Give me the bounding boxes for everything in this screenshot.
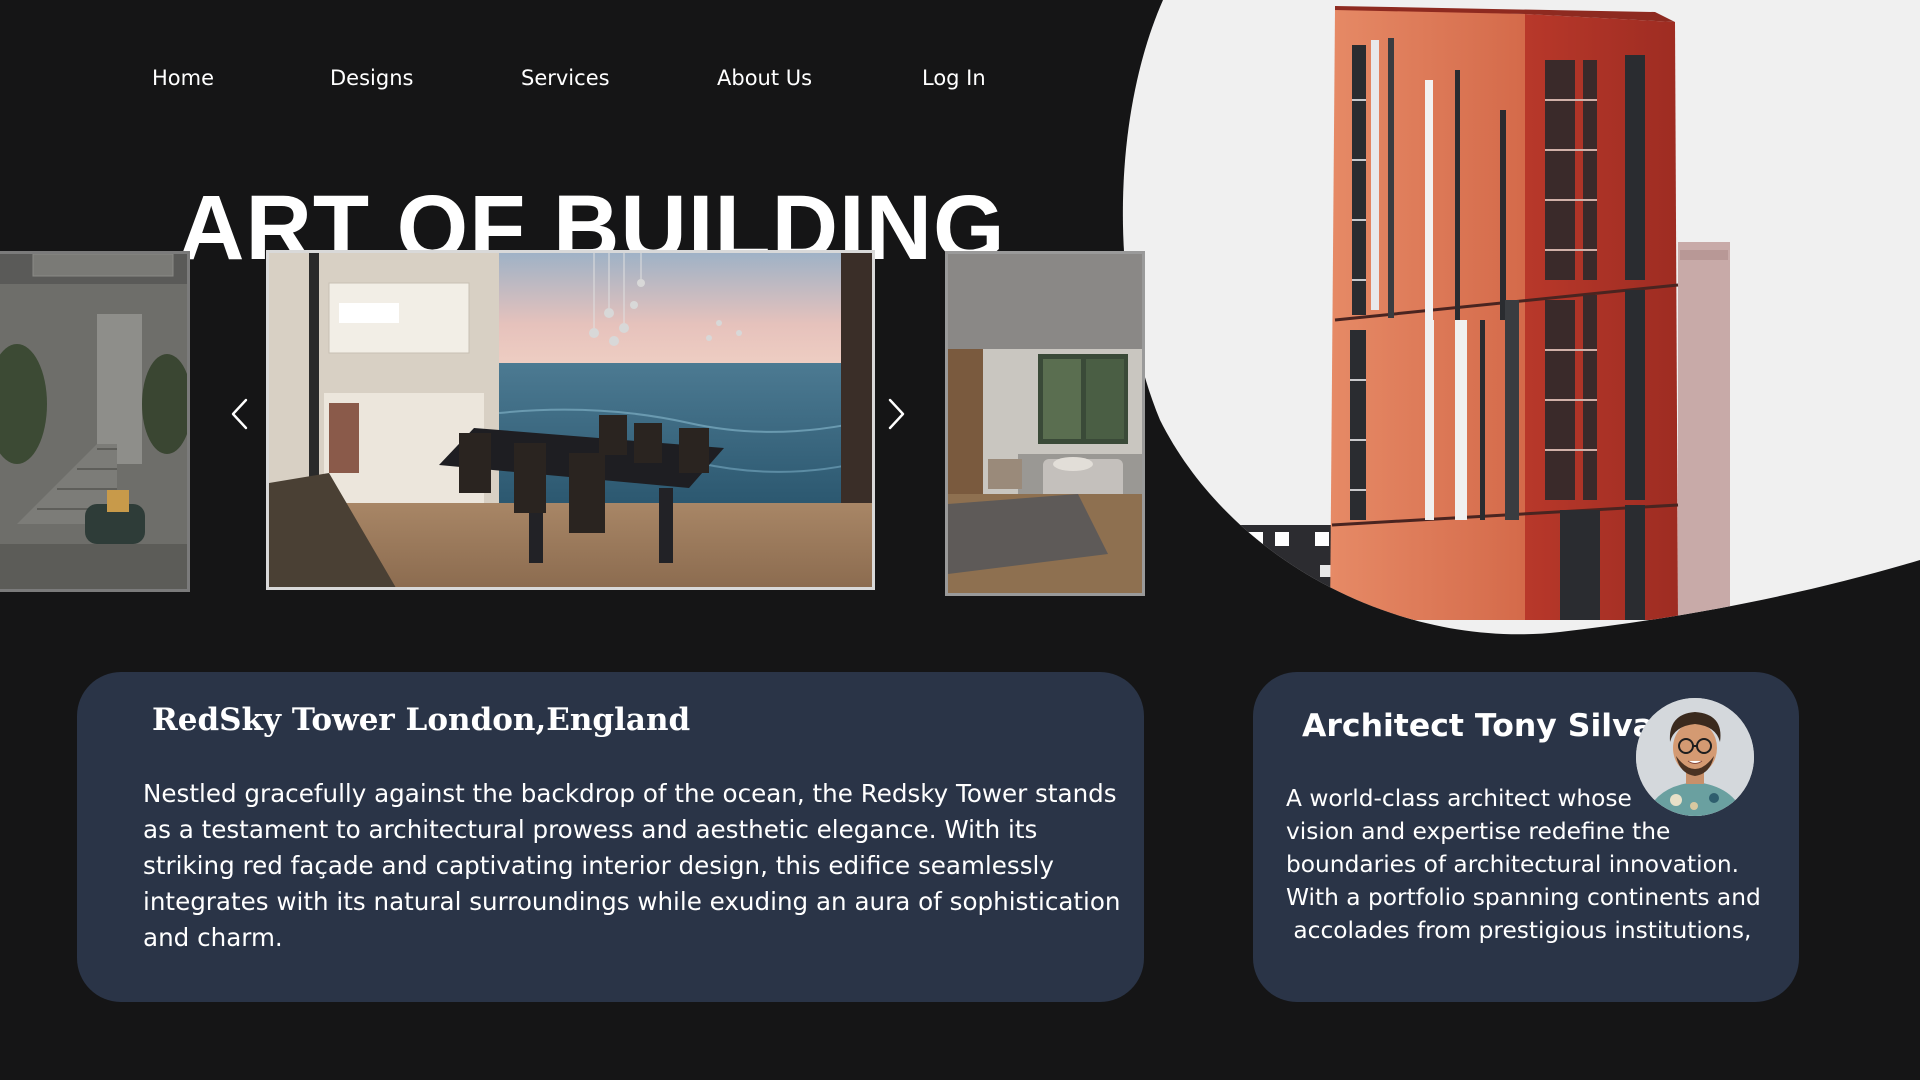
- carousel-slide-active[interactable]: [266, 250, 875, 590]
- nav-home[interactable]: Home: [152, 62, 214, 94]
- ocean-dining-room-image: [269, 253, 872, 587]
- chevron-left-icon: [231, 398, 248, 430]
- bio-line: A world-class architect whose: [1286, 785, 1632, 812]
- staircase-interior-image: [0, 254, 187, 589]
- bio-line: boundaries of architectural innovation.: [1286, 851, 1740, 878]
- nav-about-us[interactable]: About Us: [717, 62, 812, 94]
- project-title: RedSky Tower London,England: [152, 702, 691, 738]
- carousel-slide-next[interactable]: [945, 251, 1145, 596]
- carousel-slide-previous[interactable]: [0, 251, 190, 592]
- architect-card: Architect Tony Silva A world-class archi…: [1253, 672, 1799, 1002]
- project-card: RedSky Tower London,England Nestled grac…: [77, 672, 1144, 1002]
- nav-log-in[interactable]: Log In: [922, 62, 986, 94]
- living-room-image: [948, 254, 1142, 593]
- bio-line: With a portfolio spanning continents and: [1286, 884, 1761, 911]
- nav-services[interactable]: Services: [521, 62, 610, 94]
- chevron-right-icon: [888, 398, 905, 430]
- nav-designs[interactable]: Designs: [330, 62, 413, 94]
- carousel-next-button[interactable]: [876, 394, 916, 434]
- bio-line: vision and expertise redefine the: [1286, 818, 1671, 845]
- landing-page: Home Designs Services About Us Log In AR…: [0, 0, 1920, 1080]
- architect-name: Architect Tony Silva: [1302, 708, 1654, 744]
- carousel-prev-button[interactable]: [220, 394, 260, 434]
- bio-line: accolades from prestigious institutions,: [1286, 917, 1752, 944]
- project-description: Nestled gracefully against the backdrop …: [143, 779, 1121, 952]
- architect-bio: A world-class architect whose vision and…: [1286, 782, 1786, 947]
